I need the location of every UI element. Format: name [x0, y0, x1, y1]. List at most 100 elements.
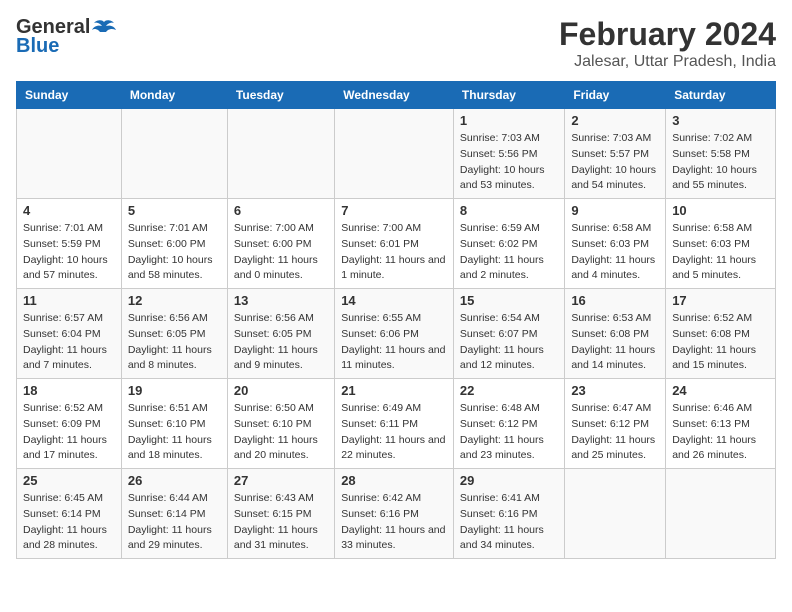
- day-info: Sunrise: 6:45 AMSunset: 6:14 PMDaylight:…: [23, 491, 115, 554]
- calendar-cell: 23 Sunrise: 6:47 AMSunset: 6:12 PMDayligh…: [565, 379, 666, 469]
- day-number: 5: [128, 203, 221, 218]
- day-info: Sunrise: 6:44 AMSunset: 6:14 PMDaylight:…: [128, 491, 221, 554]
- day-info: Sunrise: 6:53 AMSunset: 6:08 PMDaylight:…: [571, 311, 659, 374]
- day-number: 14: [341, 293, 447, 308]
- calendar-cell: [666, 469, 776, 559]
- calendar-cell: 15 Sunrise: 6:54 AMSunset: 6:07 PMDayligh…: [453, 289, 564, 379]
- day-number: 4: [23, 203, 115, 218]
- day-info: Sunrise: 6:52 AMSunset: 6:08 PMDaylight:…: [672, 311, 769, 374]
- week-row-4: 18 Sunrise: 6:52 AMSunset: 6:09 PMDayligh…: [17, 379, 776, 469]
- day-info: Sunrise: 6:56 AMSunset: 6:05 PMDaylight:…: [128, 311, 221, 374]
- day-info: Sunrise: 7:00 AMSunset: 6:00 PMDaylight:…: [234, 221, 328, 284]
- day-info: Sunrise: 6:55 AMSunset: 6:06 PMDaylight:…: [341, 311, 447, 374]
- calendar-cell: 26 Sunrise: 6:44 AMSunset: 6:14 PMDayligh…: [121, 469, 227, 559]
- logo-bird-icon: [92, 18, 116, 38]
- calendar-cell: 5 Sunrise: 7:01 AMSunset: 6:00 PMDaylight…: [121, 199, 227, 289]
- week-row-5: 25 Sunrise: 6:45 AMSunset: 6:14 PMDayligh…: [17, 469, 776, 559]
- day-number: 18: [23, 383, 115, 398]
- title-area: February 2024 Jalesar, Uttar Pradesh, In…: [559, 16, 776, 71]
- day-number: 10: [672, 203, 769, 218]
- calendar-cell: 22Sunrise: 6:48 AMSunset: 6:12 PMDayligh…: [453, 379, 564, 469]
- day-info: Sunrise: 6:48 AMSunset: 6:12 PMDaylight:…: [460, 401, 558, 464]
- day-number: 3: [672, 113, 769, 128]
- day-info: Sunrise: 6:47 AMSunset: 6:12 PMDaylight:…: [571, 401, 659, 464]
- day-number: 23: [571, 383, 659, 398]
- weekday-header-monday: Monday: [121, 82, 227, 109]
- day-number: 8: [460, 203, 558, 218]
- day-info: Sunrise: 6:42 AMSunset: 6:16 PMDaylight:…: [341, 491, 447, 554]
- weekday-header-thursday: Thursday: [453, 82, 564, 109]
- weekday-header-sunday: Sunday: [17, 82, 122, 109]
- day-info: Sunrise: 7:02 AMSunset: 5:58 PMDaylight:…: [672, 131, 769, 194]
- weekday-header-tuesday: Tuesday: [227, 82, 334, 109]
- day-info: Sunrise: 6:46 AMSunset: 6:13 PMDaylight:…: [672, 401, 769, 464]
- calendar-cell: 2Sunrise: 7:03 AMSunset: 5:57 PMDaylight…: [565, 109, 666, 199]
- day-number: 26: [128, 473, 221, 488]
- day-info: Sunrise: 7:01 AMSunset: 5:59 PMDaylight:…: [23, 221, 115, 284]
- day-number: 9: [571, 203, 659, 218]
- day-info: Sunrise: 6:41 AMSunset: 6:16 PMDaylight:…: [460, 491, 558, 554]
- month-year-title: February 2024: [559, 16, 776, 53]
- day-number: 21: [341, 383, 447, 398]
- day-info: Sunrise: 7:01 AMSunset: 6:00 PMDaylight:…: [128, 221, 221, 284]
- calendar-cell: [565, 469, 666, 559]
- day-number: 20: [234, 383, 328, 398]
- day-info: Sunrise: 6:58 AMSunset: 6:03 PMDaylight:…: [672, 221, 769, 284]
- calendar-cell: 12Sunrise: 6:56 AMSunset: 6:05 PMDayligh…: [121, 289, 227, 379]
- calendar-cell: 25 Sunrise: 6:45 AMSunset: 6:14 PMDayligh…: [17, 469, 122, 559]
- week-row-2: 4 Sunrise: 7:01 AMSunset: 5:59 PMDaylight…: [17, 199, 776, 289]
- day-number: 13: [234, 293, 328, 308]
- day-number: 6: [234, 203, 328, 218]
- day-number: 7: [341, 203, 447, 218]
- calendar-cell: 1 Sunrise: 7:03 AMSunset: 5:56 PMDaylight…: [453, 109, 564, 199]
- day-info: Sunrise: 6:52 AMSunset: 6:09 PMDaylight:…: [23, 401, 115, 464]
- calendar-cell: 19Sunrise: 6:51 AMSunset: 6:10 PMDayligh…: [121, 379, 227, 469]
- day-info: Sunrise: 6:43 AMSunset: 6:15 PMDaylight:…: [234, 491, 328, 554]
- day-number: 25: [23, 473, 115, 488]
- calendar-cell: 27 Sunrise: 6:43 AMSunset: 6:15 PMDayligh…: [227, 469, 334, 559]
- day-number: 2: [571, 113, 659, 128]
- calendar-cell: 18 Sunrise: 6:52 AMSunset: 6:09 PMDayligh…: [17, 379, 122, 469]
- day-number: 28: [341, 473, 447, 488]
- day-number: 11: [23, 293, 115, 308]
- calendar-cell: 14 Sunrise: 6:55 AMSunset: 6:06 PMDayligh…: [335, 289, 454, 379]
- calendar-cell: 10 Sunrise: 6:58 AMSunset: 6:03 PMDayligh…: [666, 199, 776, 289]
- day-info: Sunrise: 6:56 AMSunset: 6:05 PMDaylight:…: [234, 311, 328, 374]
- day-info: Sunrise: 7:03 AMSunset: 5:56 PMDaylight:…: [460, 131, 558, 194]
- calendar-cell: 29Sunrise: 6:41 AMSunset: 6:16 PMDayligh…: [453, 469, 564, 559]
- calendar-cell: [335, 109, 454, 199]
- weekday-header-saturday: Saturday: [666, 82, 776, 109]
- calendar-cell: [17, 109, 122, 199]
- week-row-3: 11Sunrise: 6:57 AMSunset: 6:04 PMDayligh…: [17, 289, 776, 379]
- calendar-cell: 7 Sunrise: 7:00 AMSunset: 6:01 PMDaylight…: [335, 199, 454, 289]
- calendar-cell: 11Sunrise: 6:57 AMSunset: 6:04 PMDayligh…: [17, 289, 122, 379]
- calendar-cell: 24 Sunrise: 6:46 AMSunset: 6:13 PMDayligh…: [666, 379, 776, 469]
- weekday-header-wednesday: Wednesday: [335, 82, 454, 109]
- day-number: 24: [672, 383, 769, 398]
- day-info: Sunrise: 6:58 AMSunset: 6:03 PMDaylight:…: [571, 221, 659, 284]
- day-info: Sunrise: 6:59 AMSunset: 6:02 PMDaylight:…: [460, 221, 558, 284]
- page-header: General Blue February 2024 Jalesar, Utta…: [16, 16, 776, 71]
- day-info: Sunrise: 7:00 AMSunset: 6:01 PMDaylight:…: [341, 221, 447, 284]
- logo-blue-text: Blue: [16, 35, 59, 58]
- day-number: 27: [234, 473, 328, 488]
- day-number: 15: [460, 293, 558, 308]
- calendar-cell: 3 Sunrise: 7:02 AMSunset: 5:58 PMDaylight…: [666, 109, 776, 199]
- day-info: Sunrise: 6:50 AMSunset: 6:10 PMDaylight:…: [234, 401, 328, 464]
- week-row-1: 1 Sunrise: 7:03 AMSunset: 5:56 PMDaylight…: [17, 109, 776, 199]
- weekday-header-friday: Friday: [565, 82, 666, 109]
- calendar-cell: 6 Sunrise: 7:00 AMSunset: 6:00 PMDaylight…: [227, 199, 334, 289]
- calendar-cell: 9 Sunrise: 6:58 AMSunset: 6:03 PMDaylight…: [565, 199, 666, 289]
- calendar-cell: 13 Sunrise: 6:56 AMSunset: 6:05 PMDayligh…: [227, 289, 334, 379]
- calendar-cell: [121, 109, 227, 199]
- logo: General Blue: [16, 16, 116, 58]
- day-number: 1: [460, 113, 558, 128]
- day-number: 19: [128, 383, 221, 398]
- calendar-cell: 20 Sunrise: 6:50 AMSunset: 6:10 PMDayligh…: [227, 379, 334, 469]
- calendar-cell: 8 Sunrise: 6:59 AMSunset: 6:02 PMDaylight…: [453, 199, 564, 289]
- calendar-cell: 16Sunrise: 6:53 AMSunset: 6:08 PMDayligh…: [565, 289, 666, 379]
- calendar-cell: 4 Sunrise: 7:01 AMSunset: 5:59 PMDaylight…: [17, 199, 122, 289]
- calendar-table: SundayMondayTuesdayWednesdayThursdayFrid…: [16, 81, 776, 559]
- day-info: Sunrise: 6:54 AMSunset: 6:07 PMDaylight:…: [460, 311, 558, 374]
- calendar-cell: 21Sunrise: 6:49 AMSunset: 6:11 PMDayligh…: [335, 379, 454, 469]
